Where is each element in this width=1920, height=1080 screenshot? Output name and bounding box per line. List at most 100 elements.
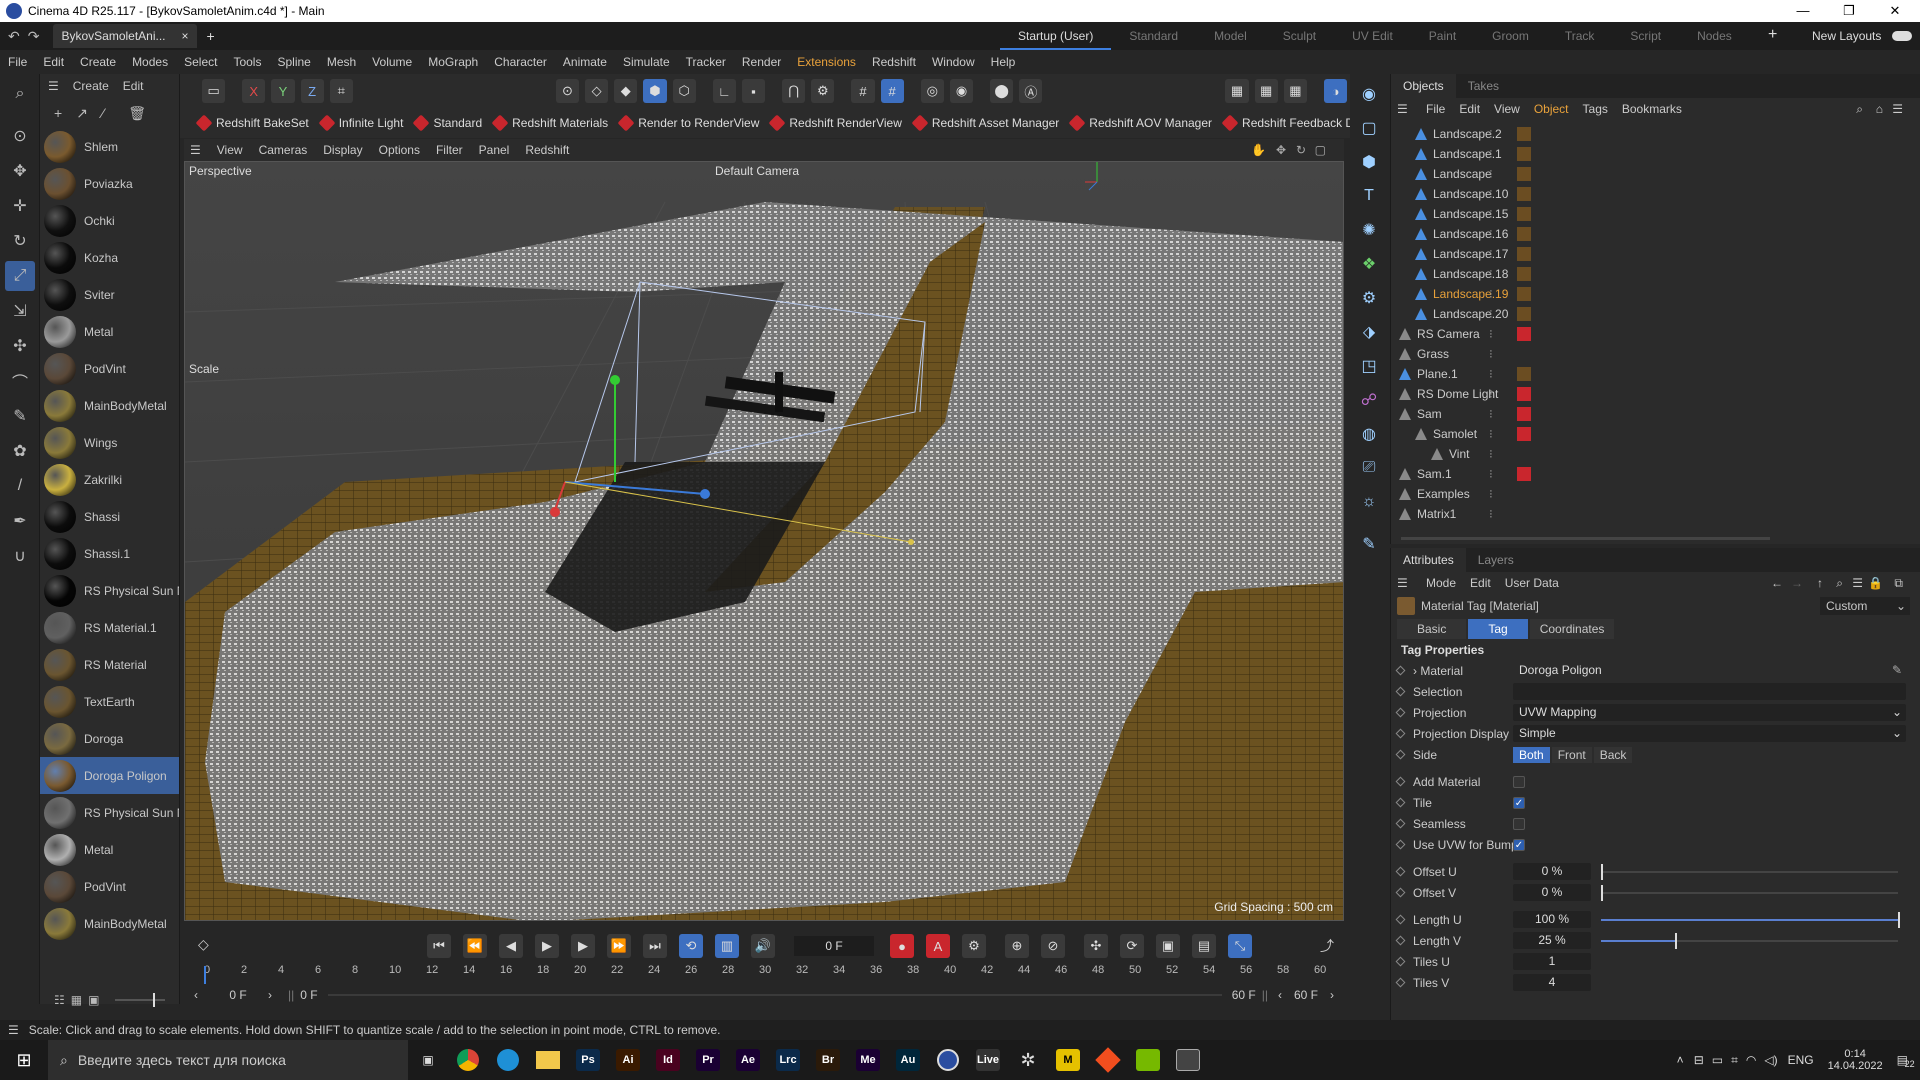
object-tag-icon[interactable] [1517, 487, 1531, 501]
keyframe-diamond-icon[interactable] [1395, 707, 1406, 718]
interpolation-icon[interactable]: ⤡ [1228, 934, 1252, 958]
play-icon[interactable]: ▶ [535, 934, 559, 958]
side-both[interactable]: Both [1513, 746, 1550, 763]
menu-mesh[interactable]: Mesh [319, 55, 364, 69]
playback-rate-icon[interactable]: ▥ [715, 934, 739, 958]
object-name[interactable]: Landscape.16 [1433, 227, 1508, 241]
document-tab-close-icon[interactable]: × [182, 29, 189, 43]
subtab-coordinates[interactable]: Coordinates [1529, 619, 1615, 639]
animate-icon[interactable]: Ⓐ [1019, 79, 1043, 103]
layout-tab[interactable]: Standard [1111, 22, 1196, 50]
object-menu-file[interactable]: File [1419, 102, 1452, 116]
z-axis-grip[interactable] [700, 489, 710, 499]
material-menu-create[interactable]: Create [73, 79, 109, 93]
graph-editor-icon[interactable]: ⤴ [1320, 936, 1334, 956]
layout-tab[interactable]: Script [1612, 22, 1679, 50]
layout-tab[interactable]: Track [1547, 22, 1613, 50]
pick-icon[interactable]: ✎ [1892, 662, 1902, 679]
object-tree-item[interactable]: Landscape.17 ⁝ [1391, 244, 1920, 264]
object-tag-icon[interactable] [1517, 147, 1531, 161]
visibility-dots-icon[interactable]: ⁝ [1489, 407, 1493, 421]
menu-file[interactable]: File [0, 55, 35, 69]
cinema4d-icon[interactable] [928, 1040, 968, 1080]
menu-character[interactable]: Character [486, 55, 555, 69]
material-item[interactable]: PodVint [40, 868, 179, 905]
keyframe-diamond-icon[interactable] [1395, 776, 1406, 787]
render-view-icon[interactable]: ▦ [1225, 79, 1249, 103]
taskbar-app-icon[interactable]: Ai [608, 1040, 648, 1080]
keyframe-diamond-icon[interactable] [1395, 839, 1406, 850]
maximize-view-icon[interactable]: ▢ [1307, 143, 1334, 157]
side-back[interactable]: Back [1593, 746, 1633, 763]
menu-select[interactable]: Select [176, 55, 225, 69]
up-arrow-icon[interactable]: ↑ [1810, 576, 1830, 590]
taskbar-app-icon[interactable]: Au [888, 1040, 928, 1080]
new-layouts-label[interactable]: New Layouts [1812, 29, 1881, 43]
cube-outline-icon[interactable]: ▢ [1355, 114, 1383, 142]
seamless-checkbox[interactable] [1513, 817, 1525, 830]
camera-icon[interactable]: ⎚ [1355, 454, 1383, 482]
add-document-icon[interactable]: + [207, 28, 215, 44]
object-name[interactable]: Landscape.20 [1433, 307, 1508, 321]
expand-chevron-icon[interactable]: › [1413, 664, 1417, 678]
keyframe-diamond-icon[interactable] [1395, 914, 1406, 925]
range-end-field[interactable]: 60 F [1294, 988, 1318, 1002]
list-view-icon[interactable]: ☷ [54, 993, 65, 1007]
live-icon[interactable]: Live [968, 1040, 1008, 1080]
undo-icon[interactable]: ↶ [8, 28, 20, 45]
object-tag-icon[interactable] [1517, 507, 1531, 521]
layout-tab[interactable]: Model [1196, 22, 1265, 50]
tab-takes[interactable]: Takes [1456, 79, 1511, 93]
visibility-dots-icon[interactable]: ⁝ [1489, 347, 1493, 361]
menu-spline[interactable]: Spline [269, 55, 318, 69]
object-tag-icon[interactable] [1517, 387, 1531, 401]
menu-modes[interactable]: Modes [124, 55, 176, 69]
previous-frame-icon[interactable]: ◀ [499, 934, 523, 958]
next-key-icon[interactable]: ⏩ [607, 934, 631, 958]
material-item[interactable]: Metal [40, 313, 179, 350]
object-tree-item[interactable]: Landscape.18 ⁝ [1391, 264, 1920, 284]
object-menu-bookmarks[interactable]: Bookmarks [1615, 102, 1689, 116]
snap-settings-icon[interactable]: ⚙ [811, 79, 835, 103]
material-link-field[interactable]: Doroga Poligon ✎ [1513, 662, 1906, 679]
figma-icon[interactable] [1088, 1040, 1128, 1080]
subtab-basic[interactable]: Basic [1397, 619, 1467, 639]
object-tag-icon[interactable] [1517, 227, 1531, 241]
new-window-icon[interactable]: ⧉ [1887, 576, 1910, 591]
deformer-icon[interactable]: ⬗ [1355, 318, 1383, 346]
viewport-menu-cameras[interactable]: Cameras [251, 143, 316, 157]
move-icon[interactable]: ✛ [5, 191, 35, 221]
object-tag-icon[interactable] [1517, 187, 1531, 201]
rs-renderview-button[interactable]: Redshift RenderView [768, 114, 902, 132]
field-icon[interactable]: ◳ [1355, 352, 1383, 380]
y-axis-grip[interactable] [610, 375, 620, 385]
object-tree-item[interactable]: Matrix1 ⁝ [1391, 504, 1920, 524]
offset-v-field[interactable]: 0 % [1513, 884, 1591, 901]
pen-edit-icon[interactable]: ✎ [1355, 530, 1383, 558]
live-render-icon[interactable]: ◑ [1323, 79, 1348, 103]
previous-key-icon[interactable]: ⏪ [463, 934, 487, 958]
lock-workplane-icon[interactable]: ⬤ [990, 79, 1014, 103]
menu-window[interactable]: Window [924, 55, 983, 69]
object-tree-item[interactable]: RS Camera ⁝ [1391, 324, 1920, 344]
menu-tools[interactable]: Tools [225, 55, 269, 69]
keyframe-diamond-icon[interactable] [1395, 977, 1406, 988]
record-position-icon[interactable]: ⊕ [1005, 934, 1029, 958]
object-name[interactable]: Grass [1417, 347, 1449, 361]
material-item[interactable]: Sviter [40, 276, 179, 313]
object-tag-icon[interactable] [1517, 447, 1531, 461]
polygons-mode-icon[interactable]: ◆ [614, 79, 638, 103]
visibility-dots-icon[interactable]: ⁝ [1489, 367, 1493, 381]
layout-tab[interactable]: UV Edit [1334, 22, 1411, 50]
object-tag-icon[interactable] [1517, 207, 1531, 221]
visibility-dots-icon[interactable]: ⁝ [1489, 507, 1493, 521]
object-tag-icon[interactable] [1517, 247, 1531, 261]
range-track[interactable] [327, 994, 1222, 996]
grid-icon[interactable]: # [851, 79, 875, 103]
text-icon[interactable]: T [1355, 182, 1383, 210]
material-item[interactable]: TextEarth [40, 683, 179, 720]
record-pla-icon[interactable]: ▣ [1156, 934, 1180, 958]
projection-dropdown[interactable]: UVW Mapping ⌄ [1513, 704, 1906, 721]
object-tree-item[interactable]: Landscape.10 ⁝ [1391, 184, 1920, 204]
offset-u-slider[interactable] [1601, 864, 1898, 880]
